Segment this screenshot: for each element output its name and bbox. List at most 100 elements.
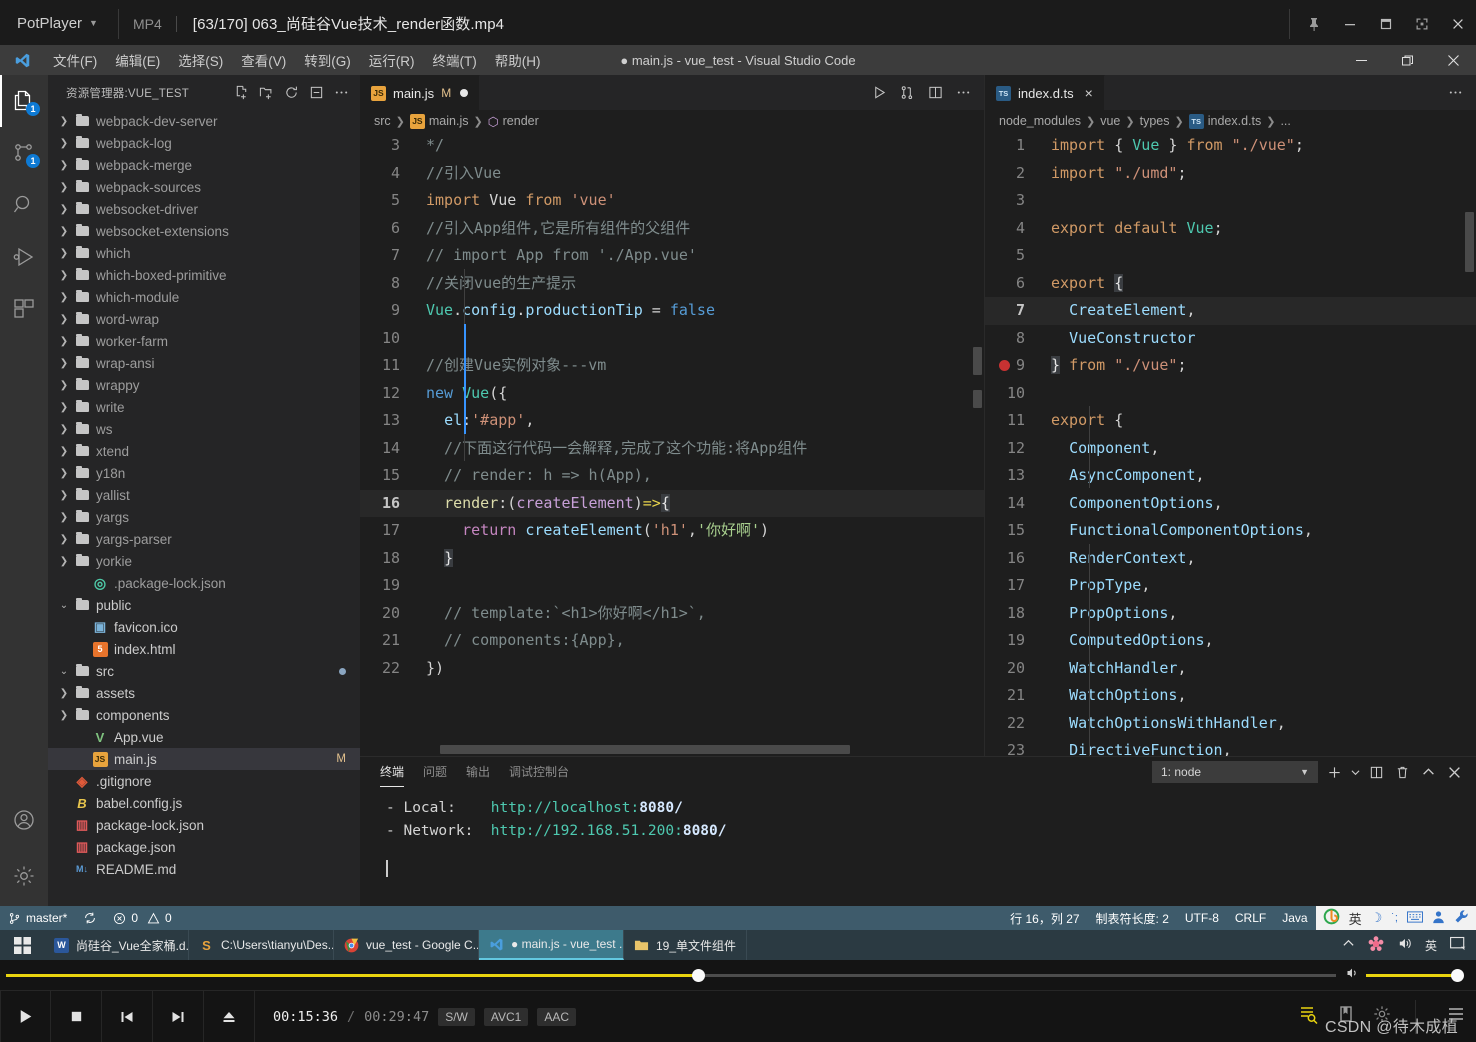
file-tree-item[interactable]: ❯ websocket-extensions — [48, 220, 360, 242]
file-tree-item[interactable]: ❯ yargs-parser — [48, 528, 360, 550]
semicolon-icon[interactable]: ˙; — [1391, 912, 1398, 924]
status-branch[interactable]: master* — [0, 906, 75, 930]
file-tree-item[interactable]: ❯ xtend — [48, 440, 360, 462]
status-eol[interactable]: CRLF — [1227, 906, 1274, 930]
file-tree-item[interactable]: V App.vue — [48, 726, 360, 748]
menu-view[interactable]: 查看(V) — [232, 46, 295, 74]
fullscreen-icon[interactable] — [1404, 4, 1440, 44]
new-file-icon[interactable] — [230, 82, 252, 104]
file-tree-item[interactable]: ❯ yorkie — [48, 550, 360, 572]
next-icon[interactable] — [153, 990, 204, 1042]
file-tree-item[interactable]: ⌄ public — [48, 594, 360, 616]
file-tree-item[interactable]: ❯ webpack-log — [48, 132, 360, 154]
new-terminal-icon[interactable] — [1324, 762, 1344, 782]
chevron-right-icon[interactable]: ❯ — [56, 402, 72, 413]
menu-edit[interactable]: 编辑(E) — [106, 46, 169, 74]
maximize-panel-icon[interactable] — [1418, 762, 1438, 782]
terminal-port[interactable]: 8080/ — [639, 800, 683, 816]
file-tree-item[interactable]: ❯ worker-farm — [48, 330, 360, 352]
menu-help[interactable]: 帮助(H) — [486, 46, 550, 74]
seek-slider[interactable] — [6, 969, 1336, 982]
chevron-right-icon[interactable]: ❯ — [56, 226, 72, 237]
ime-mode-label[interactable]: 英 — [1349, 909, 1362, 928]
activity-run-debug[interactable] — [0, 231, 48, 283]
editor-vertical-scrollbar-right[interactable] — [1462, 132, 1476, 756]
close-panel-icon[interactable] — [1444, 762, 1464, 782]
status-cursor-position[interactable]: 行 16，列 27 — [1002, 906, 1087, 930]
sogou-logo-icon[interactable] — [1323, 908, 1340, 928]
split-editor-icon[interactable] — [922, 80, 948, 106]
taskbar-item-chrome[interactable]: vue_test - Google C... — [334, 930, 479, 960]
file-tree-item[interactable]: 5 index.html — [48, 638, 360, 660]
panel-tab-terminal[interactable]: 终端 — [380, 763, 405, 787]
menu-selection[interactable]: 选择(S) — [169, 46, 232, 74]
chevron-right-icon[interactable]: ❯ — [56, 270, 72, 281]
maximize-icon[interactable] — [1368, 4, 1404, 44]
play-icon[interactable] — [0, 990, 51, 1042]
volume-thumb[interactable] — [1451, 969, 1464, 982]
eject-icon[interactable] — [204, 990, 255, 1042]
editor-vertical-scrollbar-left[interactable] — [970, 132, 984, 756]
volume-slider[interactable] — [1346, 968, 1466, 982]
taskbar-item-vscode[interactable]: ● main.js - vue_test ... — [479, 930, 624, 960]
sogou-pinyin-icon[interactable] — [1368, 935, 1384, 955]
file-tree[interactable]: ❯ webpack-dev-server ❯ webpack-log ❯ webpack-… — [48, 110, 360, 906]
taskbar-item-sublime[interactable]: S C:\Users\tianyu\Des... — [189, 930, 334, 960]
split-terminal-icon[interactable] — [1366, 762, 1386, 782]
chevron-right-icon[interactable]: ❯ — [56, 512, 72, 523]
file-tree-item[interactable]: ▥ package-lock.json — [48, 814, 360, 836]
breadcrumb-item-file[interactable]: TS index.d.ts — [1188, 113, 1261, 129]
file-tree-item[interactable]: ❯ webpack-sources — [48, 176, 360, 198]
stop-icon[interactable] — [51, 990, 102, 1042]
chevron-right-icon[interactable]: ❯ — [56, 204, 72, 215]
chevron-right-icon[interactable]: ❯ — [56, 116, 72, 127]
activity-search[interactable] — [0, 179, 48, 231]
breadcrumb-item-vue[interactable]: vue — [1100, 114, 1120, 128]
taskbar-item-folder[interactable]: 19_单文件组件 — [624, 930, 748, 960]
minimize-icon[interactable] — [1332, 4, 1368, 44]
file-tree-item[interactable]: ❯ websocket-driver — [48, 198, 360, 220]
run-code-icon[interactable] — [866, 80, 892, 106]
breadcrumb-item-types[interactable]: types — [1140, 114, 1170, 128]
close-icon[interactable]: × — [1085, 85, 1093, 101]
keyboard-icon[interactable] — [1407, 910, 1423, 926]
terminal-selector[interactable]: 1: node ▼ — [1152, 761, 1318, 783]
file-tree-item[interactable]: ◎ .package-lock.json — [48, 572, 360, 594]
playlist-search-icon[interactable] — [1299, 1004, 1319, 1029]
file-tree-item[interactable]: JS main.js M — [48, 748, 360, 770]
file-tree-item[interactable]: ❯ wrap-ansi — [48, 352, 360, 374]
chevron-right-icon[interactable]: ❯ — [56, 182, 72, 193]
file-tree-item[interactable]: ❯ which — [48, 242, 360, 264]
terminal-url[interactable]: http://192.168.51.200: — [491, 823, 683, 839]
file-tree-item[interactable]: ❯ assets — [48, 682, 360, 704]
pin-icon[interactable] — [1296, 4, 1332, 44]
chevron-right-icon[interactable]: ❯ — [56, 160, 72, 171]
chevron-right-icon[interactable]: ❯ — [56, 138, 72, 149]
file-tree-item[interactable]: ❯ write — [48, 396, 360, 418]
tab-dirty-dot-icon[interactable] — [460, 89, 469, 97]
breadcrumb-item-file[interactable]: JS main.js — [409, 113, 468, 129]
tab-main-js[interactable]: JS main.js M — [360, 75, 481, 110]
chevron-right-icon[interactable]: ❯ — [56, 556, 72, 567]
show-hidden-icons[interactable] — [1342, 937, 1355, 953]
code-editor-left[interactable]: 3 */ 4 //引入Vue 5 import Vue from 'vue' 6 //引入Ap… — [360, 132, 984, 756]
status-language-mode[interactable]: Java — [1274, 906, 1315, 930]
status-problems[interactable]: 0 0 — [105, 906, 179, 930]
volume-icon[interactable] — [1397, 936, 1412, 954]
menu-run[interactable]: 运行(R) — [360, 46, 424, 74]
file-tree-item[interactable]: Bbabel.config.js — [48, 792, 360, 814]
file-tree-item[interactable]: ❯ webpack-merge — [48, 154, 360, 176]
chevron-down-icon[interactable]: ⌄ — [56, 666, 72, 677]
chevron-right-icon[interactable]: ❯ — [56, 490, 72, 501]
chip-video-codec[interactable]: AVC1 — [483, 1007, 529, 1026]
chevron-right-icon[interactable]: ❯ — [56, 534, 72, 545]
chevron-down-icon[interactable]: ⌄ — [56, 600, 72, 611]
terminal-url[interactable]: http://localhost: — [491, 800, 639, 816]
breadcrumb-left[interactable]: src ❯ JS main.js ❯ ⬡ render — [360, 110, 984, 132]
chevron-right-icon[interactable]: ❯ — [56, 424, 72, 435]
file-tree-item[interactable]: ⌄ src — [48, 660, 360, 682]
collapse-all-icon[interactable] — [305, 82, 327, 104]
split-diff-icon[interactable] — [894, 80, 920, 106]
taskbar-item-word[interactable]: W 尚硅谷_Vue全家桶.d... — [44, 930, 189, 960]
breadcrumb-item-src[interactable]: src — [374, 114, 391, 128]
